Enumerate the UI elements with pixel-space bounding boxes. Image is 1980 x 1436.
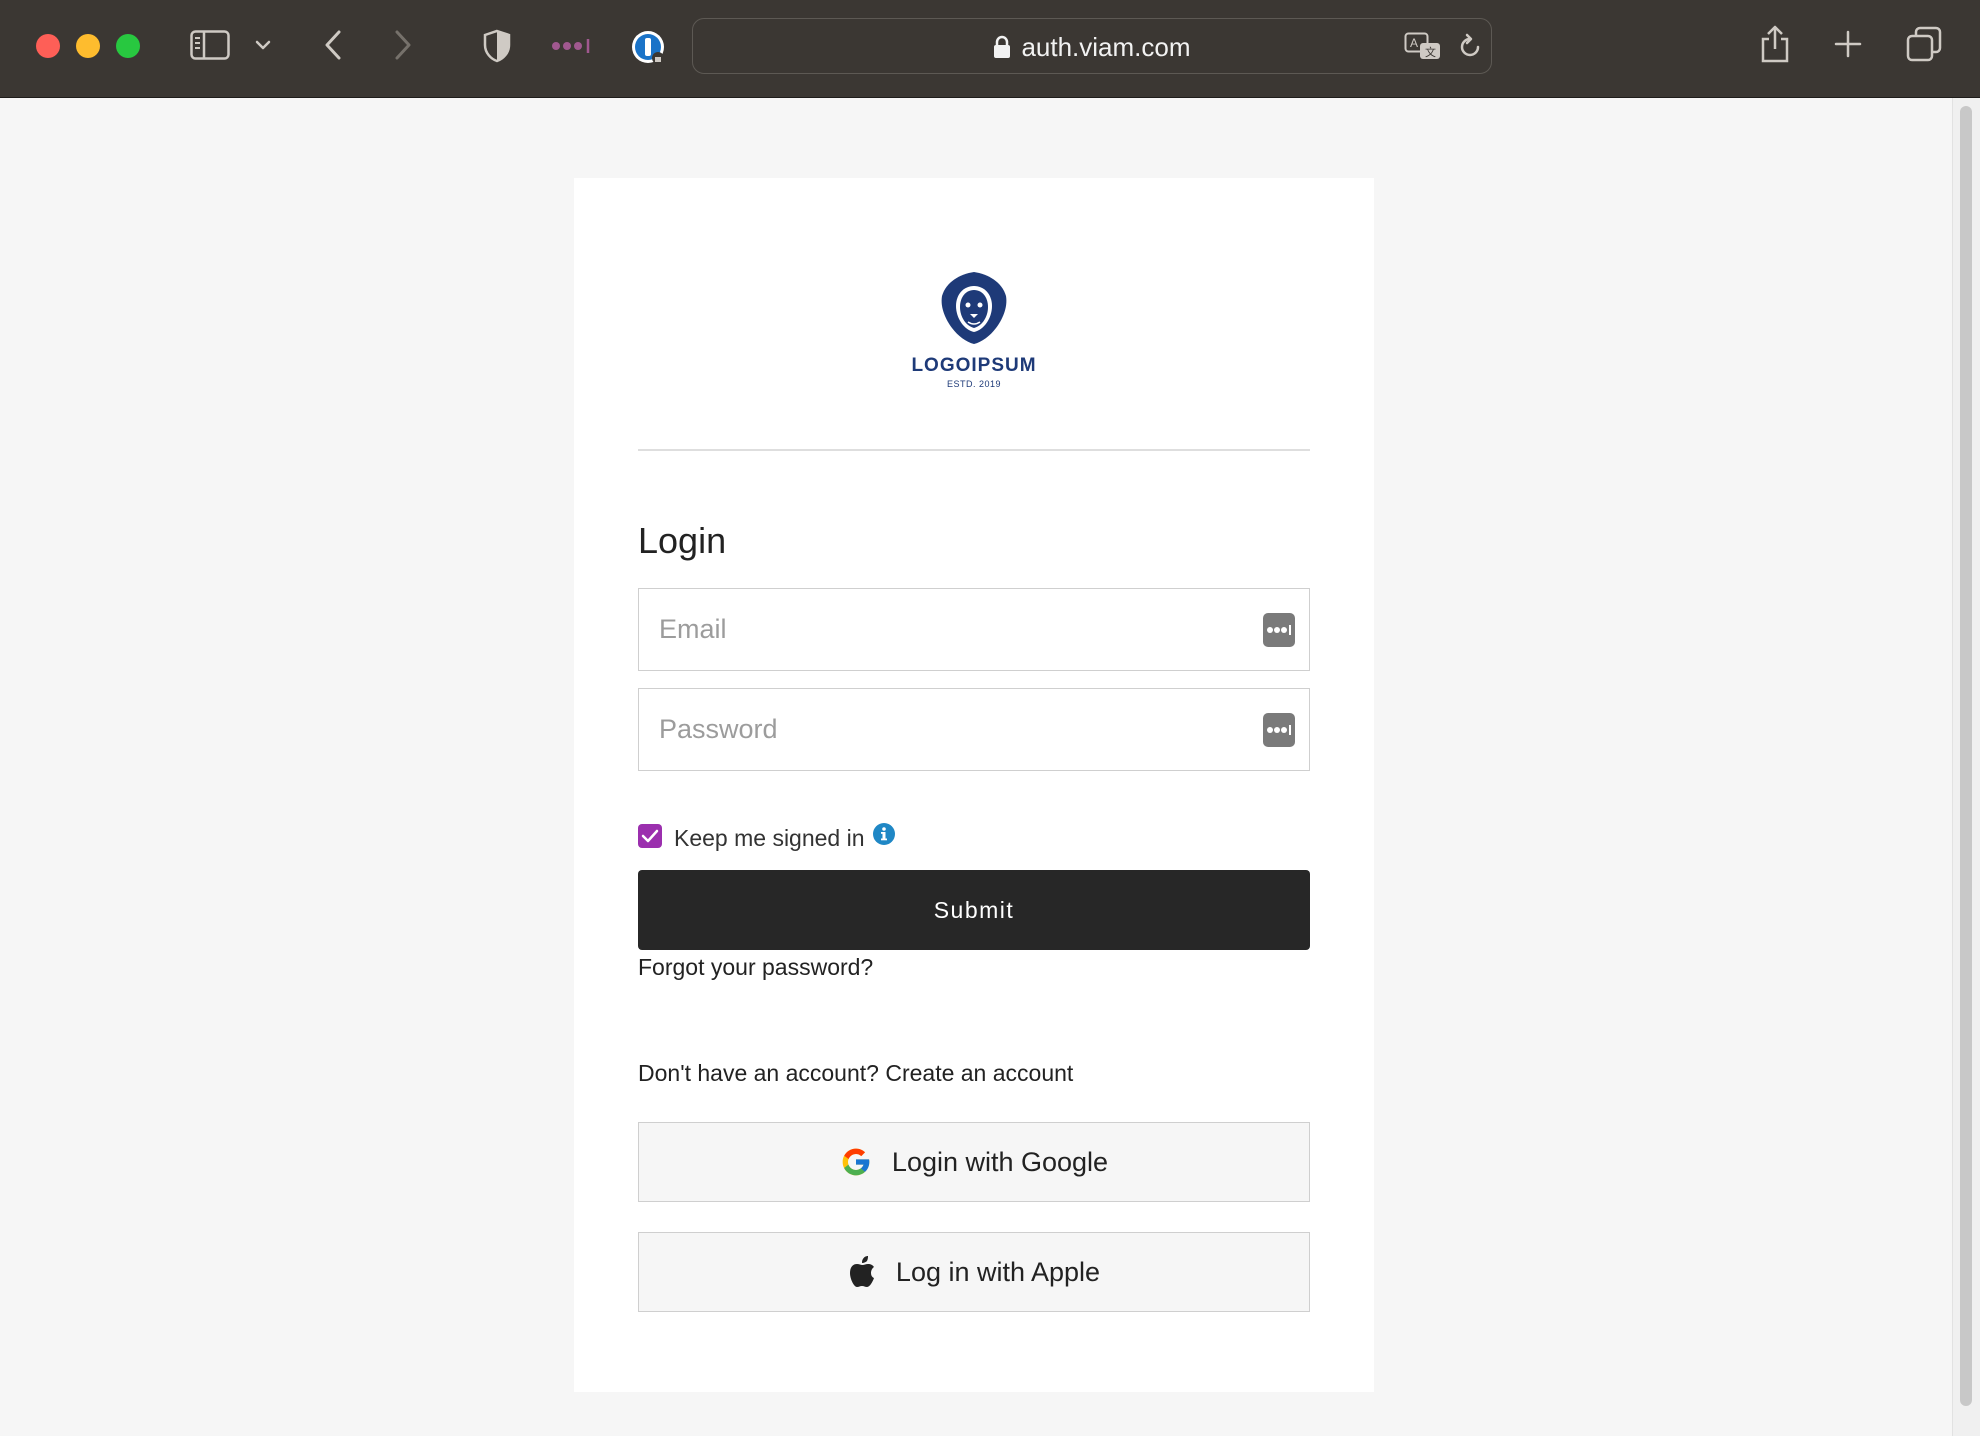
close-window-button[interactable]: [36, 34, 60, 58]
lion-logo-icon: [938, 270, 1010, 351]
google-icon: [840, 1146, 872, 1178]
keep-signed-in-checkbox[interactable]: [638, 823, 662, 848]
logo-established: ESTD. 2019: [946, 379, 1002, 389]
lock-icon: [993, 35, 1011, 59]
login-with-apple-button[interactable]: Log in with Apple: [638, 1232, 1310, 1312]
password-manager-icon[interactable]: [1263, 613, 1295, 647]
google-button-label: Login with Google: [891, 1146, 1109, 1177]
browser-toolbar: auth.viam.com A文: [0, 0, 1980, 98]
info-icon[interactable]: [872, 822, 895, 845]
email-field: [638, 588, 1310, 671]
shield-icon[interactable]: [482, 28, 512, 64]
password-field: [638, 688, 1310, 771]
sidebar-icon[interactable]: [190, 28, 230, 62]
reload-icon[interactable]: [1455, 31, 1485, 63]
apple-button-label: Log in with Apple: [895, 1256, 1101, 1287]
logo-wordmark: LOGOIPSUM: [911, 355, 1037, 376]
page-title: Login: [638, 520, 727, 561]
email-input[interactable]: [659, 589, 1259, 670]
url-text: auth.viam.com: [1021, 31, 1191, 62]
signup-prompt-text: Don't have an account?: [638, 1060, 879, 1086]
password-manager-icon[interactable]: [550, 36, 592, 56]
signup-prompt: Don't have an account? Create an account: [638, 1060, 1073, 1087]
address-bar[interactable]: auth.viam.com A文: [692, 18, 1492, 74]
new-tab-icon[interactable]: [1832, 28, 1864, 60]
apple-icon: [848, 1256, 876, 1288]
submit-button[interactable]: Submit: [638, 870, 1310, 950]
svg-text:A: A: [1410, 36, 1418, 50]
back-icon[interactable]: [318, 28, 348, 62]
create-account-link[interactable]: Create an account: [885, 1060, 1073, 1086]
chevron-down-icon[interactable]: [254, 36, 272, 54]
page-scrollbar[interactable]: [1960, 106, 1972, 1406]
minimize-window-button[interactable]: [76, 34, 100, 58]
zoom-window-button[interactable]: [116, 34, 140, 58]
password-manager-icon[interactable]: [1263, 713, 1295, 747]
translate-icon[interactable]: A文: [1403, 31, 1443, 63]
divider: [638, 449, 1310, 451]
onepassword-icon[interactable]: [628, 27, 668, 67]
svg-text:文: 文: [1425, 45, 1436, 59]
password-input[interactable]: [659, 689, 1259, 770]
forgot-password-link[interactable]: Forgot your password?: [638, 954, 873, 981]
brand-logo: LOGOIPSUM ESTD. 2019: [574, 270, 1374, 389]
tab-overview-icon[interactable]: [1906, 26, 1942, 62]
login-card: LOGOIPSUM ESTD. 2019 Login Keep me signe…: [574, 178, 1374, 1392]
forward-icon[interactable]: [388, 28, 418, 62]
login-with-google-button[interactable]: Login with Google: [638, 1122, 1310, 1202]
keep-signed-in-row: Keep me signed in: [638, 819, 895, 852]
keep-signed-in-label[interactable]: Keep me signed in: [674, 825, 865, 852]
share-icon[interactable]: [1758, 24, 1792, 64]
